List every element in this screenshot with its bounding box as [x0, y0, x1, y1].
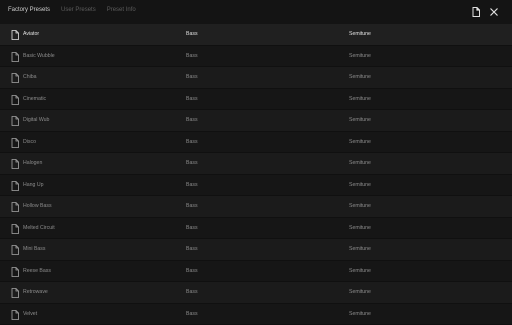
preset-row[interactable]: Mini Bass Bass Semitune — [0, 239, 512, 261]
preset-category: Bass — [186, 24, 198, 45]
preset-list: Aviator Bass Semitune Basic Wubble Bass Semit… — [0, 24, 512, 325]
preset-category: Bass — [186, 153, 198, 174]
preset-author: Semitune — [349, 261, 371, 282]
file-icon — [11, 267, 19, 277]
preset-name: Cinematic — [23, 89, 46, 110]
file-icon — [11, 116, 19, 126]
preset-row[interactable]: Retrowave Bass Semitune — [0, 282, 512, 304]
preset-category: Bass — [186, 132, 198, 153]
preset-author: Semitune — [349, 132, 371, 153]
preset-name: Hollow Bass — [23, 196, 52, 217]
tab-preset-info[interactable]: Preset Info — [107, 7, 136, 13]
file-icon — [11, 288, 19, 298]
preset-row[interactable]: Halogen Bass Semitune — [0, 153, 512, 175]
preset-category: Bass — [186, 282, 198, 303]
preset-category: Bass — [186, 67, 198, 88]
preset-row[interactable]: Cinematic Bass Semitune — [0, 89, 512, 111]
preset-row[interactable]: Hollow Bass Bass Semitune — [0, 196, 512, 218]
preset-category: Bass — [186, 261, 198, 282]
file-icon — [11, 202, 19, 212]
file-icon — [11, 95, 19, 105]
preset-category: Bass — [186, 89, 198, 110]
preset-name: Disco — [23, 132, 36, 153]
preset-author: Semitune — [349, 304, 371, 325]
file-icon — [11, 159, 19, 169]
file-icon — [11, 30, 19, 40]
preset-row[interactable]: Basic Wubble Bass Semitune — [0, 46, 512, 68]
file-icon — [11, 138, 19, 148]
preset-category: Bass — [186, 239, 198, 260]
preset-name: Reese Bass — [23, 261, 51, 282]
preset-category: Bass — [186, 218, 198, 239]
preset-category: Bass — [186, 175, 198, 196]
file-icon — [11, 224, 19, 234]
preset-name: Aviator — [23, 24, 39, 45]
preset-author: Semitune — [349, 67, 371, 88]
preset-author: Semitune — [349, 175, 371, 196]
preset-tabs: Factory Presets User Presets Preset Info — [8, 7, 136, 13]
close-icon[interactable] — [488, 6, 500, 18]
preset-author: Semitune — [349, 218, 371, 239]
preset-author: Semitune — [349, 196, 371, 217]
preset-name: Digital Wub — [23, 110, 49, 131]
file-icon — [11, 181, 19, 191]
file-icon — [11, 52, 19, 62]
preset-row[interactable]: Chiba Bass Semitune — [0, 67, 512, 89]
preset-row[interactable]: Reese Bass Bass Semitune — [0, 261, 512, 283]
preset-name: Mini Bass — [23, 239, 46, 260]
preset-author: Semitune — [349, 24, 371, 45]
new-file-icon[interactable] — [470, 6, 482, 18]
file-icon — [11, 73, 19, 83]
preset-author: Semitune — [349, 282, 371, 303]
preset-row[interactable]: Disco Bass Semitune — [0, 132, 512, 154]
file-icon — [11, 245, 19, 255]
preset-author: Semitune — [349, 110, 371, 131]
preset-name: Hang Up — [23, 175, 43, 196]
preset-name: Chiba — [23, 67, 37, 88]
preset-author: Semitune — [349, 153, 371, 174]
preset-row[interactable]: Aviator Bass Semitune — [0, 24, 512, 46]
preset-row[interactable]: Hang Up Bass Semitune — [0, 175, 512, 197]
top-bar: Factory Presets User Presets Preset Info — [0, 0, 512, 24]
preset-category: Bass — [186, 196, 198, 217]
preset-name: Retrowave — [23, 282, 48, 303]
preset-row[interactable]: Digital Wub Bass Semitune — [0, 110, 512, 132]
preset-author: Semitune — [349, 46, 371, 67]
preset-author: Semitune — [349, 89, 371, 110]
preset-category: Bass — [186, 46, 198, 67]
preset-category: Bass — [186, 304, 198, 325]
preset-name: Velvet — [23, 304, 37, 325]
preset-name: Basic Wubble — [23, 46, 55, 67]
preset-category: Bass — [186, 110, 198, 131]
preset-row[interactable]: Melted Circuit Bass Semitune — [0, 218, 512, 240]
preset-name: Halogen — [23, 153, 42, 174]
preset-name: Melted Circuit — [23, 218, 55, 239]
file-icon — [11, 310, 19, 320]
tab-factory-presets[interactable]: Factory Presets — [8, 7, 50, 13]
preset-author: Semitune — [349, 239, 371, 260]
preset-row[interactable]: Velvet Bass Semitune — [0, 304, 512, 325]
tab-user-presets[interactable]: User Presets — [61, 7, 96, 13]
